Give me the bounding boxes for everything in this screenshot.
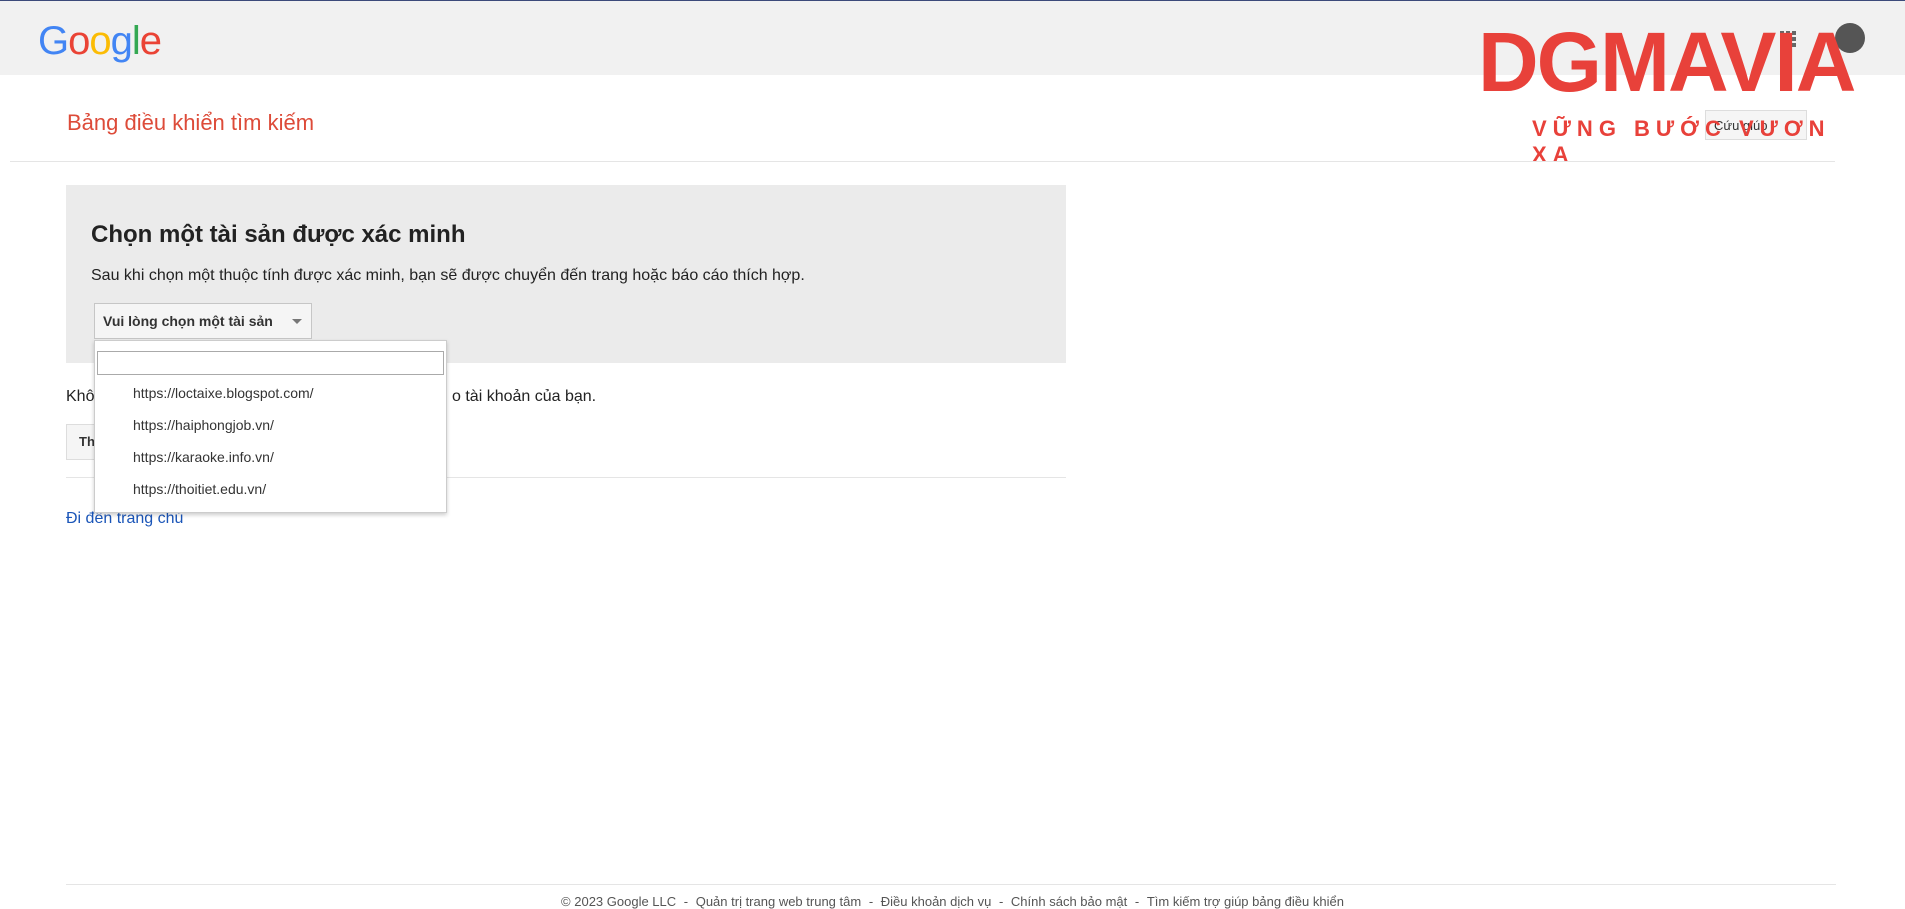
footer-separator: -	[995, 894, 1007, 909]
footer: © 2023 Google LLC - Quản trị trang web t…	[0, 894, 1905, 909]
account-note-start: Khô	[66, 388, 95, 405]
property-select-panel: Chọn một tài sản được xác minh Sau khi c…	[66, 185, 1066, 363]
logo-letter: o	[68, 19, 90, 63]
footer-divider	[66, 884, 1836, 885]
page-title: Bảng điều khiển tìm kiếm	[67, 110, 315, 135]
account-note-end: o tài khoản của bạn.	[452, 388, 597, 405]
footer-link-webmaster-central[interactable]: Quản trị trang web trung tâm	[694, 894, 863, 909]
chevron-down-icon	[292, 319, 302, 324]
footer-link-privacy[interactable]: Chính sách bảo mật	[1009, 894, 1129, 909]
dropdown-option[interactable]: https://loctaixe.blogspot.com/	[133, 382, 314, 404]
google-logo[interactable]: Google	[38, 19, 162, 64]
watermark-logo: DGMAVIA VỮNG BƯỚC VƯƠN XA	[1478, 12, 1883, 167]
footer-separator: -	[1131, 894, 1143, 909]
header-divider	[10, 161, 1835, 162]
account-note: Khô o tài khoản của bạn.	[66, 388, 596, 406]
logo-letter: l	[131, 19, 141, 63]
logo-letter: o	[89, 19, 111, 63]
footer-separator: -	[865, 894, 877, 909]
select-label: Vui lòng chọn một tài sản	[103, 313, 273, 329]
logo-letter: g	[110, 19, 133, 63]
footer-link-help[interactable]: Tìm kiếm trợ giúp bảng điều khiển	[1145, 894, 1346, 909]
dropdown-search-input[interactable]	[97, 351, 444, 375]
property-select-button[interactable]: Vui lòng chọn một tài sản	[94, 303, 312, 339]
footer-separator: -	[680, 894, 692, 909]
panel-description: Sau khi chọn một thuộc tính được xác min…	[91, 267, 805, 284]
dropdown-option[interactable]: https://haiphongjob.vn/	[133, 414, 274, 436]
watermark-main-text: DGMAVIA	[1478, 15, 1856, 109]
property-dropdown: https://loctaixe.blogspot.com/ https://h…	[94, 340, 447, 513]
panel-title: Chọn một tài sản được xác minh	[91, 221, 466, 248]
dropdown-option[interactable]: https://karaoke.info.vn/	[133, 446, 274, 468]
footer-link-terms[interactable]: Điều khoản dịch vụ	[879, 894, 994, 909]
footer-copyright: © 2023 Google LLC	[561, 894, 677, 909]
dropdown-option[interactable]: https://thoitiet.edu.vn/	[133, 478, 266, 500]
logo-letter: G	[38, 19, 69, 63]
logo-letter: e	[139, 19, 162, 63]
